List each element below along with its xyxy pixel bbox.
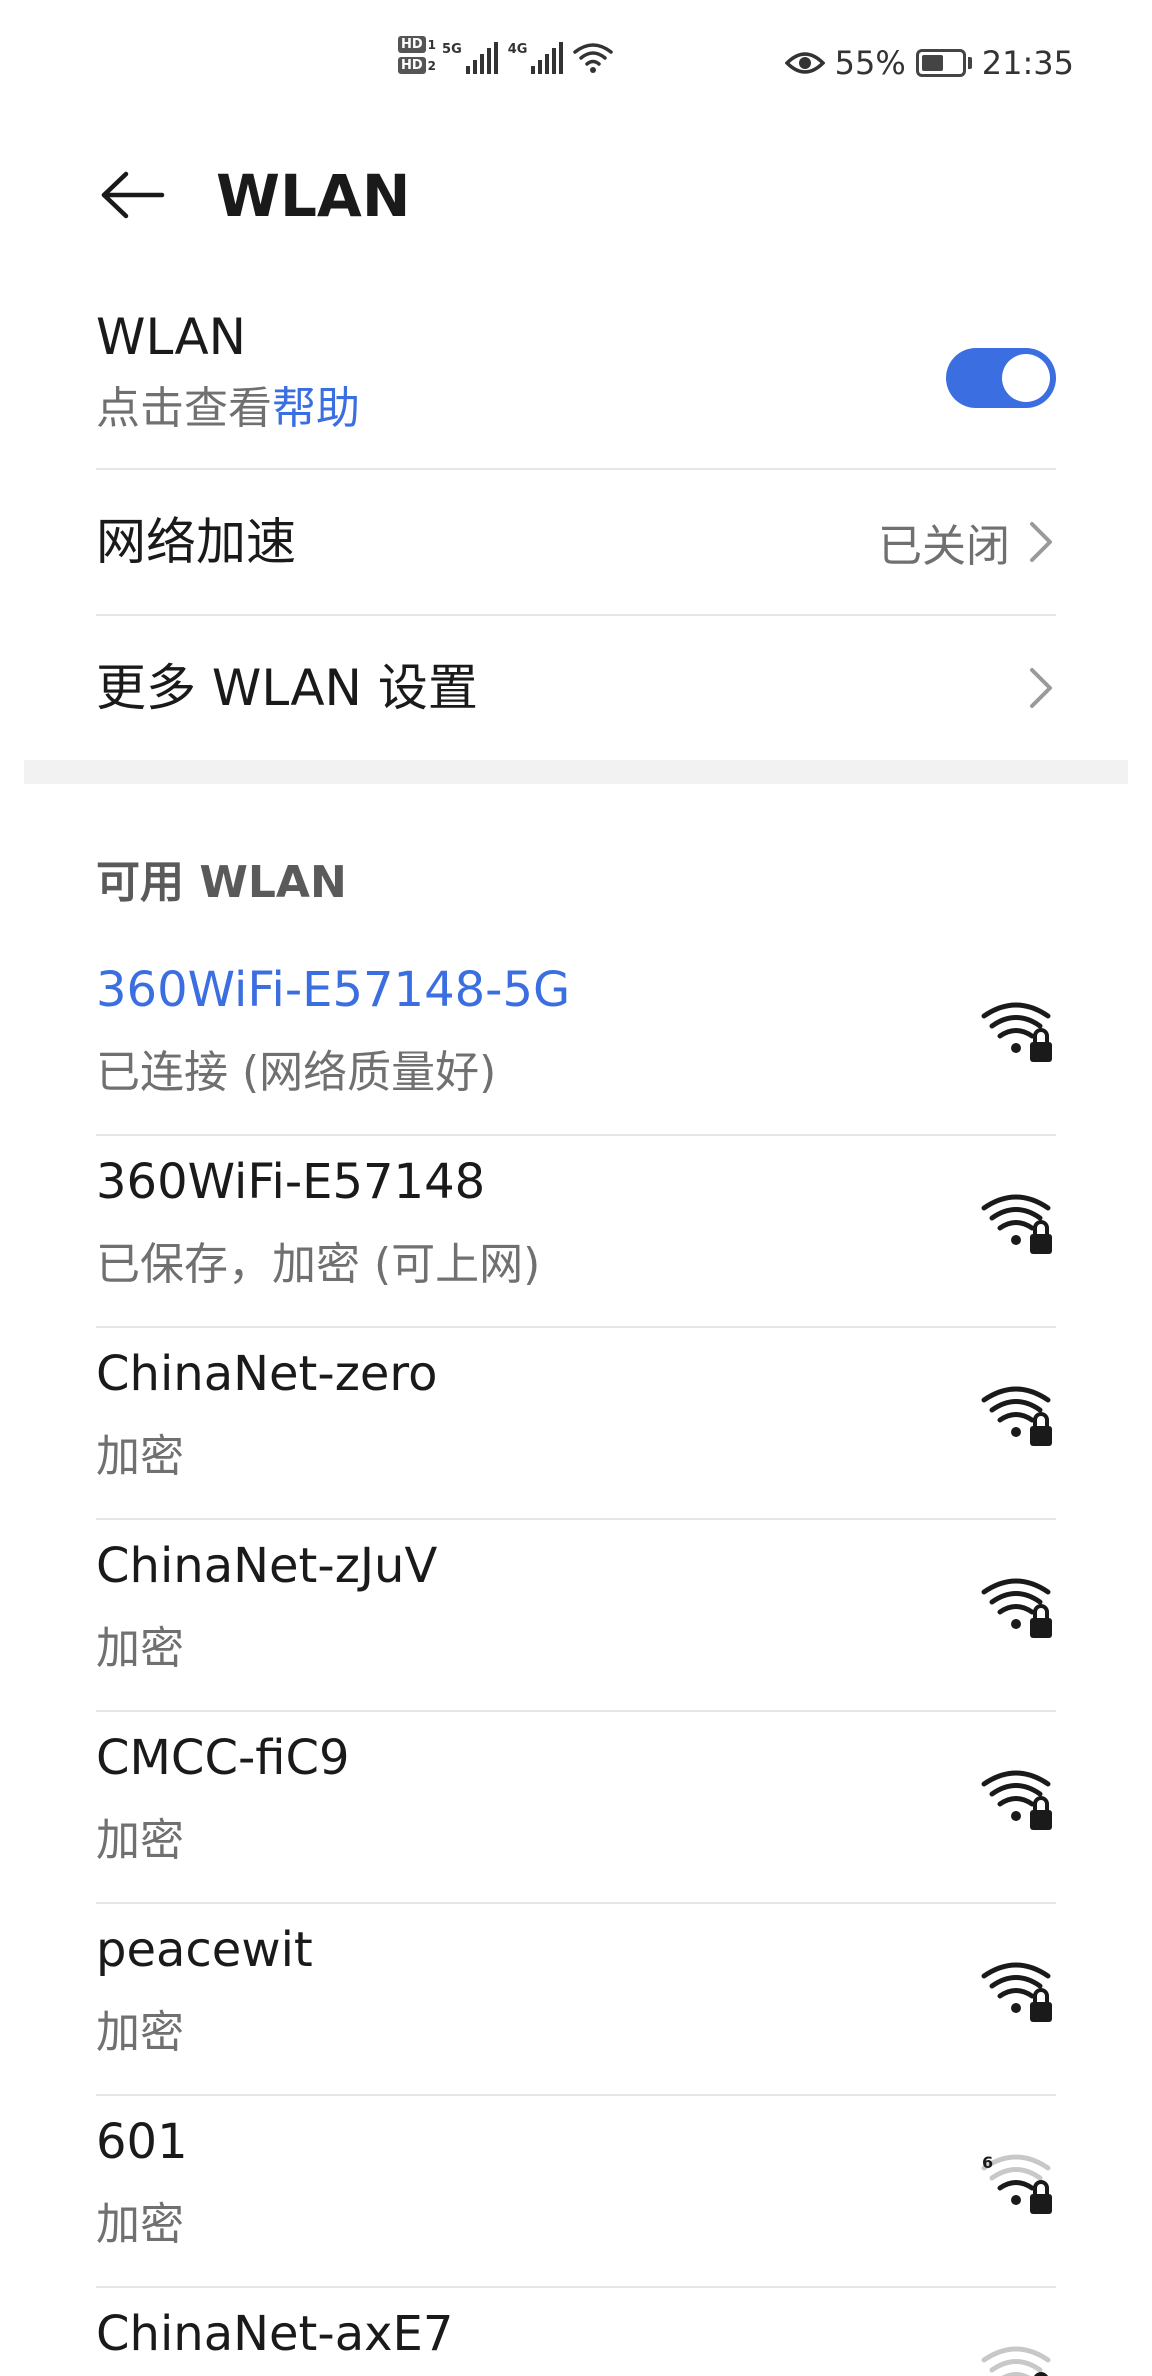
- wifi-locked-icon: 6: [980, 2152, 1056, 2216]
- wifi-network-item[interactable]: ChinaNet-zJuV 加密: [96, 1520, 1056, 1712]
- hd-indicators: HD 1 HD 2: [398, 36, 436, 74]
- network-status: 已保存，加密 (可上网): [96, 1239, 541, 1290]
- wifi-status-icon: [573, 43, 614, 73]
- eye-comfort-icon: [784, 52, 825, 74]
- hint-text: 点击查看: [96, 383, 272, 434]
- wlan-switch[interactable]: [946, 348, 1056, 408]
- clock: 21:35: [981, 44, 1074, 82]
- available-wlan-header: 可用 WLAN: [96, 857, 347, 908]
- back-button[interactable]: [88, 150, 178, 240]
- network-status: 已连接 (网络质量好): [96, 1047, 497, 1098]
- network-name: 360WiFi-E57148: [96, 1154, 486, 1210]
- network-acceleration-row[interactable]: 网络加速 已关闭: [96, 470, 1056, 614]
- network-status: 加密: [96, 1623, 184, 1674]
- acceleration-status: 已关闭: [878, 521, 1010, 572]
- wifi-network-item[interactable]: peacewit 加密: [96, 1904, 1056, 2096]
- network-name: peacewit: [96, 1922, 313, 1978]
- wifi-network-item[interactable]: 360WiFi-E57148 已保存，加密 (可上网): [96, 1136, 1056, 1328]
- network-status: 加密: [96, 2007, 184, 2058]
- wifi-network-item[interactable]: 360WiFi-E57148-5G 已连接 (网络质量好): [96, 944, 1056, 1136]
- sim2-number: 2: [427, 58, 437, 73]
- wifi-locked-icon: [980, 1960, 1056, 2024]
- section-separator: [24, 760, 1128, 784]
- wifi-network-item[interactable]: CMCC-fiC9 加密: [96, 1712, 1056, 1904]
- status-bar-left: HD 1 HD 2 5G 4G: [398, 36, 614, 74]
- network-name: ChinaNet-axE7: [96, 2306, 454, 2362]
- network-name: 601: [96, 2114, 188, 2170]
- network-name: ChinaNet-zJuV: [96, 1538, 438, 1594]
- wifi-locked-icon: [980, 1000, 1056, 1064]
- hd-label: HD: [398, 57, 426, 74]
- wifi-locked-icon: [980, 2344, 1056, 2376]
- wifi-network-item[interactable]: ChinaNet-axE7: [96, 2288, 1056, 2376]
- network-name: 360WiFi-E57148-5G: [96, 962, 571, 1018]
- wifi-network-item[interactable]: 601 加密 6: [96, 2096, 1056, 2288]
- wlan-label: WLAN: [96, 308, 247, 366]
- wifi-network-item[interactable]: ChinaNet-zero 加密: [96, 1328, 1056, 1520]
- page-title: WLAN: [216, 162, 411, 230]
- status-bar-right: 55% 21:35: [784, 44, 1074, 82]
- battery-percent: 55%: [834, 44, 906, 82]
- wifi-locked-icon: [980, 1192, 1056, 1256]
- status-bar: HD 1 HD 2 5G 4G 55% 21:35: [0, 0, 1152, 130]
- wlan-toggle-row[interactable]: WLAN 点击查看帮助: [96, 308, 1056, 468]
- help-link[interactable]: 帮助: [272, 383, 360, 434]
- more-wlan-settings-row[interactable]: 更多 WLAN 设置: [96, 616, 1056, 760]
- hd-label: HD: [398, 36, 426, 53]
- wifi-locked-icon: [980, 1768, 1056, 1832]
- signal-4g-icon: 4G: [508, 42, 568, 74]
- acceleration-value: 已关闭: [878, 470, 1056, 614]
- switch-knob: [1002, 354, 1050, 402]
- more-settings-arrow: [1026, 616, 1056, 760]
- app-header: WLAN: [0, 150, 1152, 240]
- back-arrow-icon: [101, 171, 165, 219]
- more-settings-label: 更多 WLAN 设置: [96, 659, 478, 717]
- wifi-locked-icon: [980, 1576, 1056, 1640]
- hd-sim2-icon: HD 2: [398, 57, 436, 74]
- signal-5g-icon: 5G: [442, 42, 502, 74]
- cell-bars-icon: [465, 42, 498, 74]
- cell-bars-icon: [531, 42, 564, 74]
- wifi-locked-icon: [980, 1384, 1056, 1448]
- network-name: CMCC-fiC9: [96, 1730, 350, 1786]
- network-status: 加密: [96, 1431, 184, 1482]
- network-status: 加密: [96, 2199, 184, 2250]
- network-type-label: 4G: [507, 42, 528, 57]
- wlan-hint: 点击查看帮助: [96, 372, 1056, 436]
- wlan-settings-page: HD 1 HD 2 5G 4G 55% 21:35 WLAN WLAN 点击查看…: [0, 0, 1152, 2376]
- chevron-right-icon: [1030, 668, 1052, 708]
- wifi-standard-badge: 6: [982, 2153, 993, 2172]
- network-status: 加密: [96, 1815, 184, 1866]
- network-name: ChinaNet-zero: [96, 1346, 438, 1402]
- hd-sim1-icon: HD 1: [398, 36, 436, 53]
- sim1-number: 1: [427, 37, 437, 52]
- battery-icon: [915, 49, 972, 77]
- chevron-right-icon: [1030, 522, 1052, 562]
- network-type-label: 5G: [442, 42, 462, 57]
